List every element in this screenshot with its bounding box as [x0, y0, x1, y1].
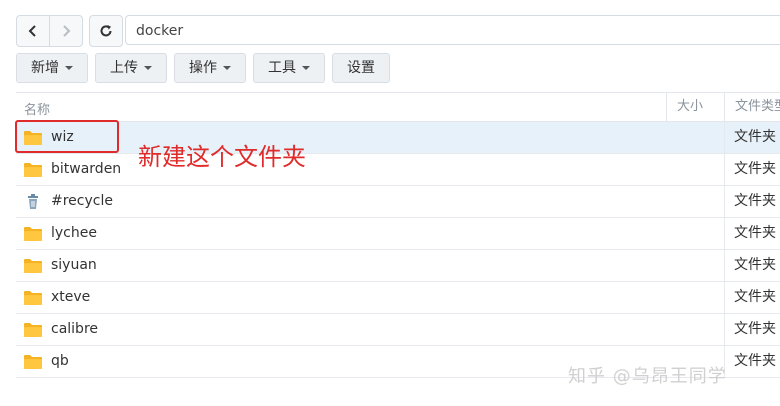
refresh-icon — [100, 25, 112, 37]
file-name: xteve — [51, 289, 91, 305]
file-row-bitwarden[interactable]: bitwarden 文件夹 — [16, 154, 780, 186]
recycle-bin-icon — [24, 194, 42, 209]
watermark: 知乎 @乌昂王同学 — [568, 366, 727, 387]
chevron-right-icon — [63, 25, 71, 37]
action-button-3[interactable]: 工具 — [253, 53, 325, 83]
caret-down-icon — [223, 66, 231, 70]
file-name: bitwarden — [51, 161, 122, 177]
file-list-header: 名称 大小 文件类型 — [16, 92, 780, 122]
column-header-name[interactable]: 名称 — [24, 99, 50, 118]
action-button-label: 工具 — [268, 60, 296, 76]
column-divider — [724, 282, 725, 313]
file-row-lychee[interactable]: lychee 文件夹 — [16, 218, 780, 250]
file-row-wiz[interactable]: wiz 文件夹 — [16, 122, 780, 154]
caret-down-icon — [144, 66, 152, 70]
folder-icon — [24, 354, 42, 369]
folder-icon — [24, 322, 42, 337]
file-type: 文件夹 — [734, 129, 776, 145]
action-button-label: 操作 — [189, 60, 217, 76]
file-row-xteve[interactable]: xteve 文件夹 — [16, 282, 780, 314]
file-row-recycle[interactable]: #recycle 文件夹 — [16, 186, 780, 218]
folder-icon — [24, 226, 42, 241]
file-name: #recycle — [51, 193, 113, 209]
column-divider — [724, 122, 725, 153]
action-button-4[interactable]: 设置 — [332, 53, 390, 83]
file-name: lychee — [51, 225, 97, 241]
annotation-text: 新建这个文件夹 — [138, 143, 306, 171]
folder-icon — [24, 258, 42, 273]
file-type: 文件夹 — [734, 353, 776, 369]
file-name: calibre — [51, 321, 99, 337]
action-button-1[interactable]: 上传 — [95, 53, 167, 83]
action-button-label: 设置 — [347, 60, 375, 76]
column-divider — [724, 218, 725, 249]
column-header-type[interactable]: 文件类型 — [724, 93, 780, 121]
caret-down-icon — [65, 66, 73, 70]
file-type: 文件夹 — [734, 193, 776, 209]
column-divider — [724, 186, 725, 217]
action-button-2[interactable]: 操作 — [174, 53, 246, 83]
chevron-left-icon — [28, 25, 36, 37]
file-row-calibre[interactable]: calibre 文件夹 — [16, 314, 780, 346]
path-input[interactable]: docker — [125, 15, 780, 45]
back-button[interactable] — [17, 16, 49, 46]
action-button-0[interactable]: 新增 — [16, 53, 88, 83]
file-type: 文件夹 — [734, 161, 776, 177]
file-type: 文件夹 — [734, 257, 776, 273]
file-row-siyuan[interactable]: siyuan 文件夹 — [16, 250, 780, 282]
navigation-toolbar — [16, 15, 123, 47]
caret-down-icon — [302, 66, 310, 70]
file-type: 文件夹 — [734, 225, 776, 241]
folder-icon — [24, 162, 42, 177]
action-button-label: 上传 — [110, 60, 138, 76]
file-type: 文件夹 — [734, 289, 776, 305]
history-nav-group — [16, 15, 83, 47]
refresh-button[interactable] — [89, 15, 123, 47]
column-divider — [724, 154, 725, 185]
action-button-label: 新增 — [31, 60, 59, 76]
action-toolbar: 新增 上传 操作 工具 设置 — [16, 53, 390, 83]
file-list: 名称 大小 文件类型 wiz文件夹 bitwarden 文件夹 #recycle 文件夹… — [16, 92, 780, 378]
column-header-size[interactable]: 大小 — [666, 93, 733, 121]
column-divider — [724, 250, 725, 281]
file-name: siyuan — [51, 257, 97, 273]
file-name: qb — [51, 353, 69, 369]
forward-button[interactable] — [49, 16, 82, 46]
column-divider — [724, 314, 725, 345]
folder-icon — [24, 290, 42, 305]
file-type: 文件夹 — [734, 321, 776, 337]
highlight-annotation-box — [15, 120, 119, 153]
file-list-body: wiz 文件夹 bitwarden 文件夹 #recycle 文件夹 lychee 文件夹 si… — [16, 122, 780, 378]
